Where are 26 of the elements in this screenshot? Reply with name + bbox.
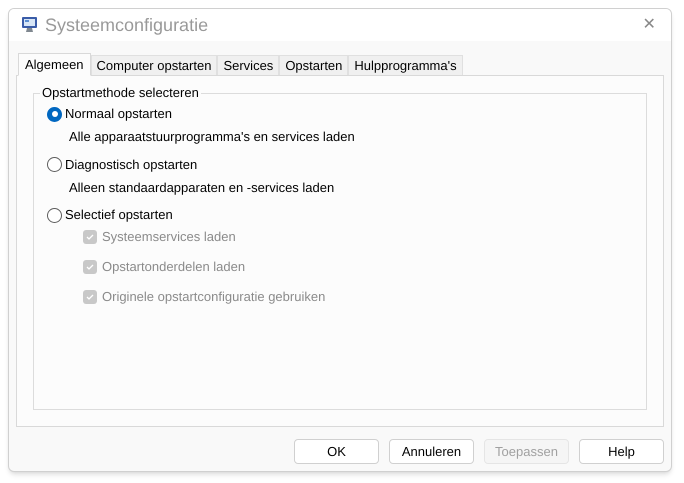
- checkmark-icon: [85, 232, 95, 242]
- dialog-button[interactable]: Help: [579, 439, 664, 464]
- radio-button[interactable]: [47, 208, 62, 222]
- radio-option[interactable]: Selectief opstarten: [47, 205, 173, 225]
- close-button[interactable]: ✕: [627, 9, 671, 41]
- tab[interactable]: Computer opstarten: [90, 55, 218, 75]
- checkmark-icon: [85, 292, 95, 302]
- checkmark-icon: [85, 262, 95, 272]
- dialog-button[interactable]: Annuleren: [389, 439, 474, 464]
- tab[interactable]: Hulpprogramma's: [348, 55, 463, 75]
- tab[interactable]: Algemeen: [18, 53, 91, 76]
- radio-button[interactable]: [47, 157, 62, 172]
- option-description: Alle apparaatstuurprogramma's en services laden: [68, 128, 356, 146]
- option-description: Alleen standaardapparaten en -services laden: [68, 178, 336, 197]
- radio-option[interactable]: Diagnostisch opstarten: [47, 154, 198, 174]
- radio-option[interactable]: Normaal opstarten: [47, 104, 172, 124]
- computer-icon: [21, 16, 39, 34]
- tab[interactable]: Services: [217, 55, 280, 75]
- tab[interactable]: Opstarten: [279, 55, 348, 75]
- checkbox-label: Systeemservices laden: [102, 228, 236, 246]
- checkbox-label: Originele opstartconfiguratie gebruiken: [102, 288, 326, 306]
- group-title: Opstartmethode selecteren: [40, 85, 201, 101]
- dialog-button[interactable]: OK: [294, 439, 379, 464]
- window-title: Systeemconfiguratie: [45, 14, 208, 37]
- radio-button[interactable]: [47, 106, 62, 122]
- checkbox-label: Opstartonderdelen laden: [102, 258, 246, 276]
